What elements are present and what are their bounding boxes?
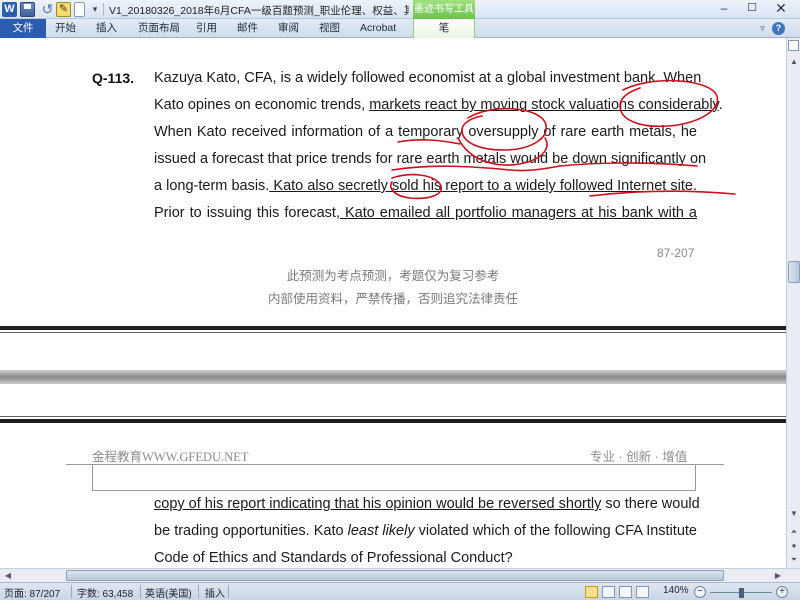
next-page-icon[interactable]: ⏷ [788, 554, 800, 566]
browse-object-icon[interactable]: ● [788, 540, 800, 552]
underlined-text: Kato emailed all portfolio managers at h… [339, 205, 697, 221]
emphasis-text: least likely [347, 523, 415, 539]
quick-access-separator [103, 3, 104, 16]
page-gap-shadow [0, 370, 786, 384]
tab-review[interactable]: 审阅 [278, 19, 299, 38]
page-88: 金程教育WWW.GFEDU.NET 专业 · 创新 · 增值 copy of h… [0, 424, 786, 568]
close-button[interactable]: ✕ [770, 1, 792, 17]
page-break-line [0, 332, 786, 333]
ruler-toggle-icon[interactable] [788, 40, 799, 51]
header-rule [92, 464, 93, 490]
print-layout-view-icon[interactable] [585, 586, 598, 598]
body-text: a long-term basis. [154, 178, 270, 194]
window-title: V1_20180326_2018年6月CFA一级百题预测_职业伦理、权益、其他.… [109, 5, 409, 17]
body-text: Prior to issuing this forecast, [154, 205, 340, 221]
body-line: copy of his report indicating that his o… [154, 496, 700, 512]
body-line: issued a forecast that price trends for … [154, 151, 706, 167]
ribbon-collapse-icon[interactable]: ▿ [755, 20, 770, 36]
page-break-line [0, 419, 786, 423]
header-rule [92, 490, 696, 491]
quick-access-dropdown-icon[interactable]: ▾ [90, 2, 100, 17]
zoom-slider[interactable] [710, 588, 772, 598]
header-rule [695, 464, 696, 490]
status-page-count[interactable]: 页面: 87/207 [4, 585, 60, 600]
help-icon[interactable]: ? [772, 22, 785, 35]
maximize-button[interactable]: ☐ [741, 1, 763, 17]
question-number: Q-113. [92, 70, 135, 86]
word-logo-icon[interactable]: W [2, 2, 17, 17]
page-87: Q-113. Kazuya Kato, CFA, is a widely fol… [0, 38, 786, 324]
vertical-scroll-thumb[interactable] [788, 261, 800, 283]
footer-notice: 此预测为考点预测，考题仅为复习参考 [286, 269, 500, 283]
page-break-line [0, 416, 786, 417]
page-number: 87-207 [657, 246, 695, 260]
ink-tools-context-title: 墨迹书写工具 [413, 0, 475, 19]
page-break-line [0, 326, 786, 330]
minimize-button[interactable]: – [713, 1, 735, 17]
tab-references[interactable]: 引用 [196, 19, 217, 38]
status-word-count[interactable]: 字数: 63,458 [77, 585, 133, 600]
tab-view[interactable]: 视图 [319, 19, 340, 38]
body-text: . [692, 178, 697, 194]
body-line: be trading opportunities. Kato least lik… [154, 523, 697, 539]
scroll-down-icon[interactable]: ▼ [788, 508, 800, 520]
zoom-in-button[interactable]: + [776, 586, 788, 598]
save-icon[interactable] [20, 2, 35, 17]
tab-pen[interactable]: 笔 [413, 19, 475, 38]
horizontal-scrollbar[interactable]: ◀ ▶ [0, 568, 800, 582]
body-line: Prior to issuing this forecast, Kato ema… [154, 205, 697, 221]
body-text: Kazuya Kato, CFA, is a widely followed e… [154, 70, 702, 86]
body-line: Code of Ethics and Standards of Professi… [154, 550, 513, 566]
underlined-text: markets react by moving stock valuations… [369, 97, 719, 113]
status-separator [198, 585, 199, 598]
header-slogan: 专业 · 创新 · 增值 [590, 450, 688, 464]
scroll-up-icon[interactable]: ▲ [788, 56, 800, 68]
scroll-left-icon[interactable]: ◀ [2, 570, 14, 582]
outline-view-icon[interactable] [636, 586, 649, 598]
body-text: . [718, 97, 723, 113]
body-line: a long-term basis. Kato also secretly so… [154, 178, 697, 194]
underlined-text: copy of his report indicating that his o… [154, 496, 602, 512]
body-line: Kazuya Kato, CFA, is a widely followed e… [154, 70, 701, 86]
tab-home[interactable]: 开始 [55, 19, 76, 38]
tab-acrobat[interactable]: Acrobat [360, 19, 396, 38]
zoom-slider-thumb[interactable] [738, 588, 744, 598]
tab-file[interactable]: 文件 [0, 19, 46, 38]
ribbon-tab-bar: 文件 开始 插入 页面布局 引用 邮件 审阅 视图 Acrobat 笔 ▿ ? [0, 19, 800, 38]
body-line: Kato opines on economic trends, markets … [154, 97, 723, 113]
status-language[interactable]: 英语(美国) [145, 585, 192, 600]
status-insert-mode[interactable]: 插入 [205, 585, 225, 600]
previous-page-icon[interactable]: ⏶ [788, 526, 800, 538]
body-text: violated which of the following CFA Inst… [414, 523, 697, 539]
zoom-level[interactable]: 140% [663, 585, 689, 596]
status-separator [140, 585, 141, 598]
tab-page-layout[interactable]: 页面布局 [138, 19, 180, 38]
body-text: Kato opines on economic trends, [154, 97, 370, 113]
status-separator [71, 585, 72, 598]
body-text: so there would [601, 496, 700, 512]
body-line: When Kato received information of a temp… [154, 124, 697, 140]
body-text: issued a forecast that price trends for … [154, 151, 707, 167]
status-bar: 页面: 87/207 字数: 63,458 英语(美国) 插入 140% − + [0, 582, 800, 600]
horizontal-scroll-thumb[interactable] [66, 570, 724, 581]
web-layout-view-icon[interactable] [619, 586, 632, 598]
document-area[interactable]: Q-113. Kazuya Kato, CFA, is a widely fol… [0, 38, 786, 568]
undo-icon[interactable]: ↺ [40, 2, 55, 17]
status-separator [228, 585, 229, 598]
pen-icon[interactable]: ✎ [56, 2, 71, 17]
scroll-right-icon[interactable]: ▶ [772, 570, 784, 582]
new-document-icon[interactable] [74, 2, 85, 17]
tab-mailings[interactable]: 邮件 [237, 19, 258, 38]
body-text: be trading opportunities. Kato [154, 523, 348, 539]
header-rule [66, 464, 724, 465]
full-screen-reading-view-icon[interactable] [602, 586, 615, 598]
header-company: 金程教育WWW.GFEDU.NET [92, 450, 249, 464]
vertical-scrollbar[interactable]: ▲ ▼ ⏶ ● ⏷ [786, 38, 800, 568]
title-bar: W ↺ ✎ ▾ V1_20180326_2018年6月CFA一级百题预测_职业伦… [0, 0, 800, 19]
tab-insert[interactable]: 插入 [96, 19, 117, 38]
zoom-out-button[interactable]: − [694, 586, 706, 598]
body-text: When Kato received information of a temp… [154, 124, 697, 140]
underlined-text: Kato also secretly sold his report to a … [269, 178, 693, 194]
footer-notice: 内部使用资料，严禁传播，否则追究法律责任 [267, 292, 518, 306]
